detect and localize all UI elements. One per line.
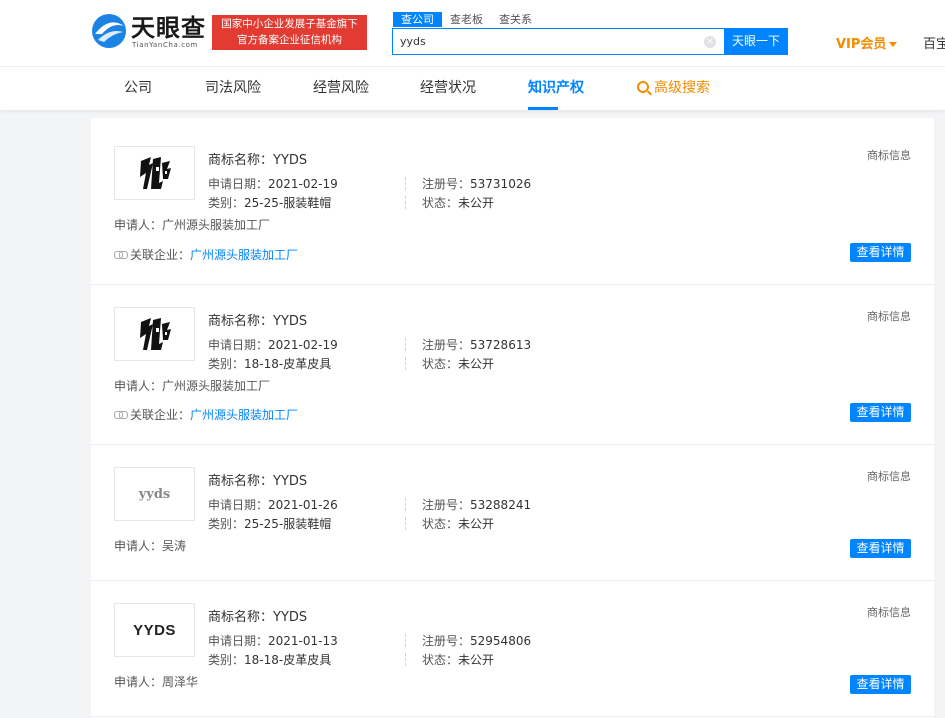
registration-number: 注册号：53731026 [422, 177, 532, 191]
trademark-logo[interactable] [114, 307, 195, 361]
promo-line-2: 官方备案企业征信机构 [237, 34, 342, 46]
applicant: 申请人：吴涛 [114, 539, 187, 553]
related-company: 关联企业：广州源头服装加工厂 [114, 406, 298, 423]
trademark-name: 商标名称：YYDS [208, 153, 308, 168]
search-type-tabs: 查公司 查老板 查关系 [393, 12, 540, 27]
trademark-card: yyds 商标名称：YYDS 申请日期：2021-01-26 注册号：53288… [91, 445, 934, 581]
status: 状态：未公开 [422, 196, 495, 210]
category: 类别：25-25-服装鞋帽 [208, 196, 332, 210]
trademark-name: 商标名称：YYDS [208, 314, 308, 329]
tab-search-company[interactable]: 查公司 [393, 12, 442, 27]
apply-date: 申请日期：2021-01-26 [208, 498, 338, 512]
caret-down-icon [889, 42, 898, 47]
search-button[interactable]: 天眼一下 [724, 28, 788, 55]
clear-icon[interactable]: × [704, 36, 716, 48]
view-detail-button[interactable]: 查看详情 [850, 675, 911, 694]
trademark-info-tag: 商标信息 [867, 149, 911, 162]
search-input-value: yyds [400, 35, 426, 48]
divider [405, 338, 406, 351]
registration-number: 注册号：53728613 [422, 338, 532, 352]
status: 状态：未公开 [422, 653, 495, 667]
trademark-info-tag: 商标信息 [867, 606, 911, 619]
trademark-card: 商标名称：YYDS 申请日期：2021-02-19 注册号：53728613 类… [91, 285, 934, 445]
nav-business-status[interactable]: 经营状况 [420, 79, 476, 97]
nav-intellectual-property[interactable]: 知识产权 [528, 79, 584, 97]
view-detail-button[interactable]: 查看详情 [850, 243, 911, 262]
category-nav: 公司 司法风险 经营风险 经营状况 知识产权 高级搜索 [0, 67, 945, 110]
nav-company[interactable]: 公司 [124, 79, 152, 97]
trademark-logo[interactable]: YYDS [114, 603, 195, 657]
category: 类别：18-18-皮革皮具 [208, 653, 332, 667]
search-input[interactable]: yyds × [392, 28, 724, 55]
trademark-name-value[interactable]: YYDS [273, 314, 307, 329]
applicant-value[interactable]: 周泽华 [162, 675, 198, 689]
trademark-logo-image [139, 157, 171, 189]
related-company-link[interactable]: 广州源头服装加工厂 [190, 248, 298, 262]
applicant: 申请人：周泽华 [114, 675, 199, 689]
divider [405, 653, 406, 666]
trademark-info-tag: 商标信息 [867, 470, 911, 483]
applicant: 申请人：广州源头服装加工厂 [114, 218, 271, 232]
trademark-logo[interactable]: yyds [114, 467, 195, 521]
link-icon [114, 251, 128, 259]
category: 类别：25-25-服装鞋帽 [208, 517, 332, 531]
tab-search-boss[interactable]: 查老板 [442, 12, 491, 27]
divider [405, 517, 406, 530]
divider [405, 357, 406, 370]
link-icon [114, 411, 128, 419]
trademark-name-value[interactable]: YYDS [273, 153, 307, 168]
applicant-value[interactable]: 广州源头服装加工厂 [162, 218, 270, 232]
trademark-logo[interactable] [114, 146, 195, 200]
eye-logo-icon [92, 14, 126, 48]
baibao-menu[interactable]: 百宝 [923, 33, 945, 52]
divider [405, 177, 406, 190]
promo-banner[interactable]: 国家中小企业发展子基金旗下 官方备案企业征信机构 [212, 15, 367, 50]
apply-date: 申请日期：2021-02-19 [208, 177, 338, 191]
registration-number: 注册号：52954806 [422, 634, 532, 648]
active-tab-indicator [528, 107, 558, 110]
advanced-search-label: 高级搜索 [654, 80, 710, 96]
trademark-card: 商标名称：YYDS 申请日期：2021-02-19 注册号：53731026 类… [91, 125, 934, 285]
related-company-link[interactable]: 广州源头服装加工厂 [190, 408, 298, 422]
applicant: 申请人：广州源头服装加工厂 [114, 379, 271, 393]
view-detail-button[interactable]: 查看详情 [850, 403, 911, 422]
nav-business-risk[interactable]: 经营风险 [313, 79, 369, 97]
trademark-card: YYDS 商标名称：YYDS 申请日期：2021-01-13 注册号：52954… [91, 581, 934, 717]
search-icon [637, 81, 649, 93]
category: 类别：18-18-皮革皮具 [208, 357, 332, 371]
status: 状态：未公开 [422, 517, 495, 531]
promo-line-1: 国家中小企业发展子基金旗下 [221, 18, 358, 30]
tab-search-relation[interactable]: 查关系 [491, 12, 540, 27]
site-logo[interactable]: 天眼查 TianYanCha.com [90, 12, 205, 52]
applicant-value[interactable]: 吴涛 [162, 539, 186, 553]
trademark-logo-image [139, 318, 171, 350]
divider [405, 634, 406, 647]
trademark-result-list: 商标名称：YYDS 申请日期：2021-02-19 注册号：53731026 类… [91, 118, 934, 718]
nav-advanced-search[interactable]: 高级搜索 [637, 79, 710, 97]
registration-number: 注册号：53288241 [422, 498, 532, 512]
top-header: 天眼查 TianYanCha.com 国家中小企业发展子基金旗下 官方备案企业征… [0, 0, 945, 67]
applicant-value[interactable]: 广州源头服装加工厂 [162, 379, 270, 393]
trademark-name: 商标名称：YYDS [208, 474, 308, 489]
trademark-name-value[interactable]: YYDS [273, 610, 307, 625]
trademark-info-tag: 商标信息 [867, 310, 911, 323]
apply-date: 申请日期：2021-02-19 [208, 338, 338, 352]
trademark-name-value[interactable]: YYDS [273, 474, 307, 489]
nav-judicial-risk[interactable]: 司法风险 [205, 79, 261, 97]
divider [405, 498, 406, 511]
divider [405, 196, 406, 209]
vip-label: VIP会员 [836, 37, 887, 52]
logo-subtitle: TianYanCha.com [132, 41, 198, 49]
logo-title: 天眼查 [131, 14, 206, 42]
status: 状态：未公开 [422, 357, 495, 371]
apply-date: 申请日期：2021-01-13 [208, 634, 338, 648]
trademark-name: 商标名称：YYDS [208, 610, 308, 625]
vip-menu[interactable]: VIP会员 [836, 33, 898, 52]
view-detail-button[interactable]: 查看详情 [850, 539, 911, 558]
related-company: 关联企业：广州源头服装加工厂 [114, 246, 298, 263]
